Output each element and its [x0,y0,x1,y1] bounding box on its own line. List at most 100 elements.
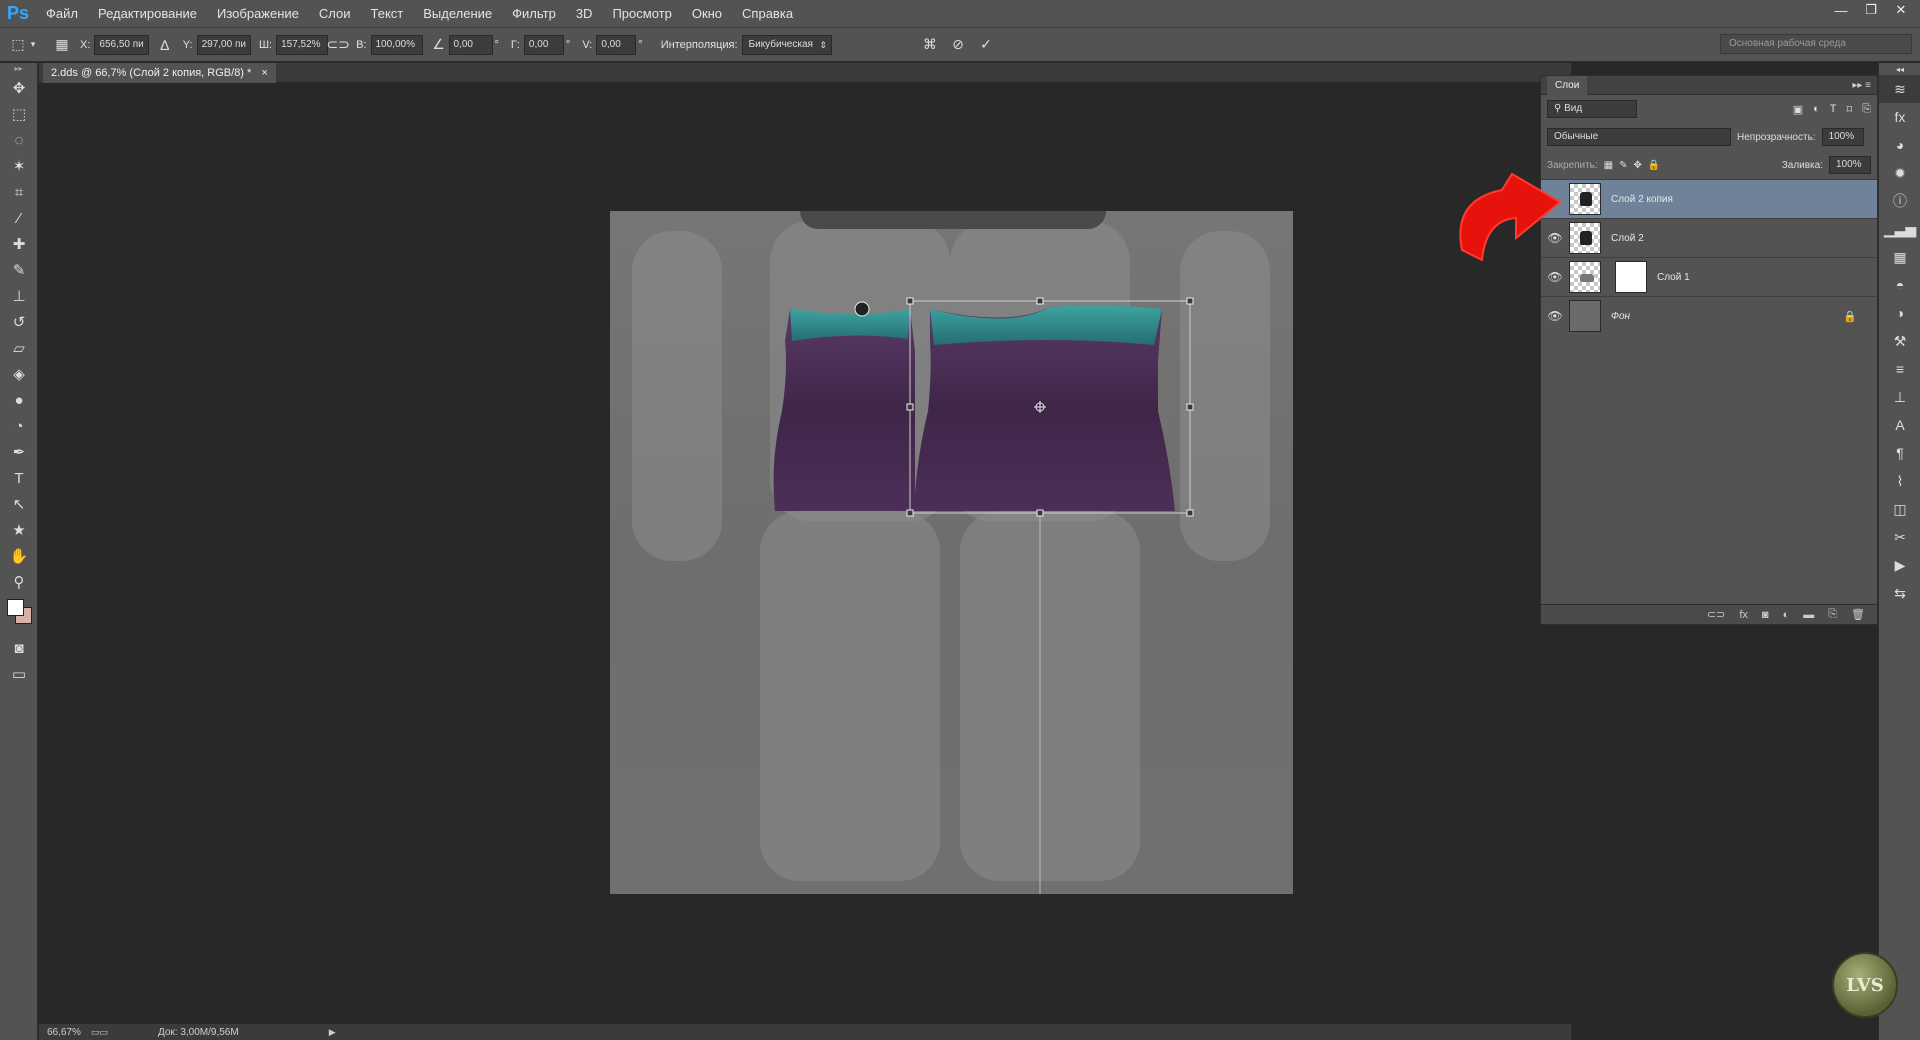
paragraph-icon[interactable]: ¶ [1879,439,1920,467]
info-icon[interactable]: ⓘ [1879,187,1920,215]
type-tool-icon[interactable]: T [0,465,38,491]
clone-source-icon[interactable]: ⊥ [1879,383,1920,411]
layer-row-sloy-2-kopiya[interactable]: Слой 2 копия [1541,179,1877,218]
timeline-icon[interactable]: ⇆ [1879,579,1920,607]
layers-tab[interactable]: Слои [1547,75,1588,95]
collapse-icon[interactable]: ◂◂ [1879,63,1920,75]
adjustments-icon[interactable]: ✹ [1879,159,1920,187]
layer-row-sloy-2[interactable]: 👁 Слой 2 [1541,218,1877,257]
quick-mask-icon[interactable]: ◙ [0,635,38,661]
lasso-tool-icon[interactable]: ◌ [0,127,38,153]
adjustment-layer-icon[interactable]: ◐ [1783,609,1790,621]
layer-name[interactable]: Фон [1611,311,1630,322]
filter-shape-icon[interactable]: ⌑ [1847,103,1853,116]
healing-brush-icon[interactable]: ✚ [0,231,38,257]
filter-kind-select[interactable]: ⚲ Вид [1547,100,1637,118]
fill-input[interactable]: 100% [1829,156,1871,174]
menu-edit[interactable]: Редактирование [88,0,207,28]
panel-menu-icon[interactable]: ▸▸ ≡ [1852,80,1871,91]
horizontal-skew-input[interactable]: 0,00 [523,34,564,55]
layer-name[interactable]: Слой 2 копия [1611,194,1673,205]
hand-tool-icon[interactable]: ✋ [0,543,38,569]
canvas-area[interactable] [39,83,1571,1023]
collapse-icon[interactable]: ▸▸ [0,63,37,75]
layer-row-fon[interactable]: 👁 Фон 🔒 [1541,296,1877,335]
paint-bucket-icon[interactable]: ◈ [0,361,38,387]
blur-tool-icon[interactable]: ● [0,387,38,413]
opacity-input[interactable]: 100% [1821,128,1864,146]
tools-settings-icon[interactable]: ✂ [1879,523,1920,551]
status-toggle-icon[interactable]: ▭▭ [91,1027,108,1038]
move-tool-icon[interactable]: ✥ [0,75,38,101]
blend-mode-select[interactable]: Обычные [1547,128,1731,146]
transform-tool-icon[interactable]: ⬚ [8,35,28,55]
lock-transparent-icon[interactable]: ▦ [1604,160,1613,171]
filter-type-icon[interactable]: T [1830,103,1837,116]
menu-filter[interactable]: Фильтр [502,0,566,28]
reference-point-icon[interactable]: ▦ [52,35,72,55]
path-select-icon[interactable]: ↖ [0,491,38,517]
cancel-transform-icon[interactable]: ⊘ [948,35,968,55]
histogram-icon[interactable]: ▁▃▅ [1879,215,1920,243]
magic-wand-icon[interactable]: ✶ [0,153,38,179]
paths-icon[interactable]: ⌇ [1879,467,1920,495]
layer-style-icon[interactable]: fx [1739,609,1748,621]
menu-select[interactable]: Выделение [413,0,502,28]
swatches-icon[interactable]: ▦ [1879,243,1920,271]
menu-layers[interactable]: Слои [309,0,361,28]
workspace-select[interactable]: Основная рабочая среда [1720,34,1912,54]
menu-type[interactable]: Текст [361,0,414,28]
styles-icon[interactable]: fx [1879,103,1920,131]
x-input[interactable]: 656,50 пи [94,34,149,55]
chevron-down-icon[interactable]: ▾ [28,35,38,55]
status-menu-icon[interactable]: ▶ [329,1027,336,1038]
eye-icon[interactable]: 👁 [1541,270,1569,284]
menu-file[interactable]: Файл [36,0,88,28]
zoom-tool-icon[interactable]: ⚲ [0,569,38,595]
color-swatches[interactable] [0,595,38,635]
menu-image[interactable]: Изображение [207,0,309,28]
filter-smart-icon[interactable]: ⎘ [1862,103,1871,116]
brush-presets-icon[interactable]: ◓ [1879,271,1920,299]
angle-input[interactable]: 0,00 [448,34,493,55]
layer-mask-thumbnail[interactable] [1615,261,1647,293]
lock-all-icon[interactable]: 🔒 [1648,160,1660,171]
lock-position-icon[interactable]: ✥ [1634,160,1642,171]
tool-presets-icon[interactable]: ⚒ [1879,327,1920,355]
commit-transform-icon[interactable]: ✓ [976,35,996,55]
delta-icon[interactable]: ∆ [155,35,175,55]
minimize-button[interactable]: — [1826,0,1856,20]
height-input[interactable]: 100,00% [370,34,423,55]
add-mask-icon[interactable]: ◙ [1762,609,1769,621]
filter-adjustment-icon[interactable]: ◐ [1813,103,1820,116]
close-tab-icon[interactable]: × [261,63,267,83]
layer-name[interactable]: Слой 1 [1657,272,1690,283]
restore-button[interactable]: ❐ [1856,0,1886,20]
lock-image-icon[interactable]: ✎ [1619,160,1627,171]
layers-icon[interactable]: ≋ [1879,75,1920,103]
character-icon[interactable]: A [1879,411,1920,439]
vertical-skew-input[interactable]: 0,00 [596,34,637,55]
menu-view[interactable]: Просмотр [602,0,681,28]
layer-row-sloy-1[interactable]: 👁 Слой 1 [1541,257,1877,296]
brush-tool-icon[interactable]: ✎ [0,257,38,283]
menu-help[interactable]: Справка [732,0,803,28]
color-icon[interactable]: ◕ [1879,131,1920,159]
delete-layer-icon[interactable]: 🗑 [1851,608,1865,621]
new-group-icon[interactable]: ▬ [1803,609,1814,621]
width-input[interactable]: 157,52% [276,34,329,55]
dodge-tool-icon[interactable]: ◔ [0,413,38,439]
channels-icon[interactable]: ◫ [1879,495,1920,523]
foreground-color[interactable] [7,599,24,616]
link-layers-icon[interactable]: ⊂⊃ [1707,608,1725,621]
stamp-tool-icon[interactable]: ⊥ [0,283,38,309]
new-layer-icon[interactable]: ⎘ [1828,608,1837,621]
document-tab[interactable]: 2.dds @ 66,7% (Слой 2 копия, RGB/8) * × [43,63,276,83]
link-icon[interactable]: ⊂⊃ [326,35,349,55]
properties-icon[interactable]: ≡ [1879,355,1920,383]
menu-window[interactable]: Окно [682,0,732,28]
zoom-level[interactable]: 66,67% [47,1027,81,1038]
actions-icon[interactable]: ▶ [1879,551,1920,579]
navigator-icon[interactable]: ◑ [1879,299,1920,327]
interpolation-select[interactable]: Бикубическая [741,34,832,55]
